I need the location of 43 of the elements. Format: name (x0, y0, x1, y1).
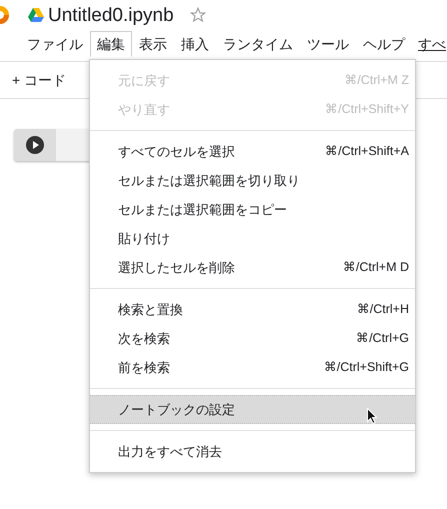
item-label: 元に戻す (118, 72, 170, 90)
dropdown-item[interactable]: ノートブックの設定 (90, 395, 415, 424)
menu-item[interactable]: 挿入 (174, 30, 216, 58)
dropdown-item[interactable]: 前を検索 ⌘/Ctrl+Shift+G (90, 353, 415, 382)
shortcut-label: ⌘/Ctrl+M Z (344, 72, 409, 90)
dropdown-item[interactable]: すべてのセルを選択 ⌘/Ctrl+Shift+A (90, 137, 415, 166)
shortcut-label: ⌘/Ctrl+M D (342, 259, 409, 276)
shortcut-label: ⌘/Ctrl+H (356, 301, 409, 318)
item-label: ノートブックの設定 (118, 400, 235, 419)
item-label: 検索と置換 (118, 300, 183, 319)
item-label: すべてのセルを選択 (118, 142, 235, 161)
dropdown-item[interactable]: 次を検索 ⌘/Ctrl+G (90, 324, 415, 353)
dropdown-item[interactable]: 選択したセルを削除 ⌘/Ctrl+M D (90, 253, 415, 282)
drive-icon (28, 8, 44, 22)
dropdown-item[interactable]: 検索と置換 ⌘/Ctrl+H (90, 295, 415, 324)
item-label: やり直す (118, 100, 170, 119)
menu-item[interactable]: 表示 (132, 30, 174, 58)
item-label: 選択したセルを削除 (118, 258, 235, 277)
add-code-button[interactable]: + コード (12, 70, 66, 90)
notebook-title[interactable]: Untitled0.ipynb (48, 6, 174, 24)
cursor-icon (367, 408, 377, 424)
dropdown-item[interactable]: 貼り付け (90, 224, 415, 253)
item-label: セルまたは選択範囲を切り取り (118, 172, 300, 190)
menu-link[interactable]: すべ (412, 34, 446, 54)
dropdown-item[interactable]: 出力をすべて消去 (90, 437, 415, 466)
item-label: 次を検索 (118, 330, 170, 348)
menu-item[interactable]: ランタイム (216, 30, 300, 58)
shortcut-label: ⌘/Ctrl+Shift+G (324, 359, 409, 376)
menu-item[interactable]: 編集 (90, 30, 132, 58)
dropdown-item[interactable]: セルまたは選択範囲をコピー (90, 195, 415, 224)
item-label: 前を検索 (118, 358, 170, 377)
shortcut-label: ⌘/Ctrl+G (356, 330, 409, 348)
dropdown-item[interactable]: セルまたは選択範囲を切り取り (90, 166, 415, 195)
menu-item[interactable]: ファイル (20, 30, 90, 58)
item-label: 出力をすべて消去 (118, 442, 222, 461)
item-label: 貼り付け (118, 230, 170, 248)
shortcut-label: ⌘/Ctrl+Shift+Y (325, 101, 409, 118)
run-icon[interactable] (26, 136, 44, 154)
item-label: セルまたは選択範囲をコピー (118, 200, 287, 219)
menu-item[interactable]: ツール (300, 30, 356, 58)
star-icon[interactable] (190, 7, 206, 23)
menu-item[interactable]: ヘルプ (356, 30, 412, 58)
shortcut-label: ⌘/Ctrl+Shift+A (325, 143, 409, 160)
